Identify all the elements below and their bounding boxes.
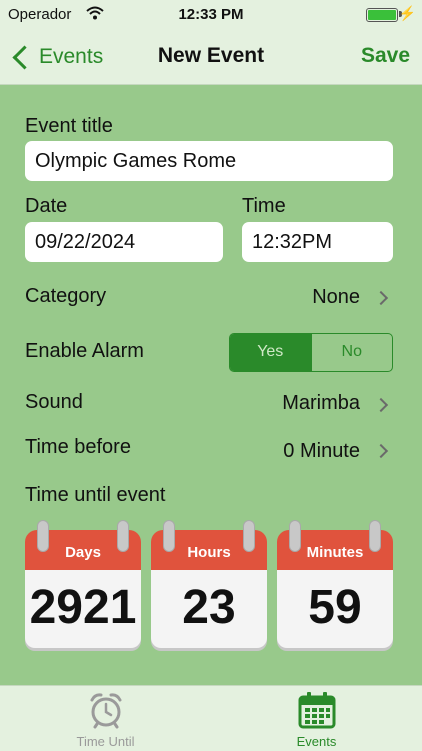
date-field[interactable]: 09/22/2024: [25, 222, 223, 262]
minutes-counter: Minutes 59: [277, 520, 393, 650]
status-bar: Operador 12:33 PM ⚡: [0, 0, 422, 30]
navigation-bar: Events New Event Save: [0, 30, 422, 85]
back-button-label: Events: [39, 45, 104, 68]
binder-ring: [163, 520, 175, 552]
binder-ring: [117, 520, 129, 552]
status-time: 12:33 PM: [178, 6, 244, 23]
binder-ring: [37, 520, 49, 552]
back-button[interactable]: Events: [10, 40, 103, 74]
charging-icon: ⚡: [398, 5, 416, 21]
countdown-label: Time until event: [25, 484, 166, 506]
alarm-clock-icon: [87, 691, 125, 729]
minutes-value: 59: [308, 581, 362, 634]
chevron-left-icon: [12, 44, 37, 70]
binder-ring: [243, 520, 255, 552]
days-value: 2921: [29, 581, 137, 634]
chevron-right-icon[interactable]: [373, 290, 389, 306]
time-field[interactable]: 12:32PM: [242, 222, 393, 262]
alarm-no-option[interactable]: No: [310, 334, 393, 371]
tab-bar: Time Until Events: [0, 685, 422, 751]
event-title-input[interactable]: Olympic Games Rome: [25, 141, 393, 181]
save-button[interactable]: Save: [361, 44, 410, 68]
sound-label: Sound: [25, 391, 83, 413]
hours-counter: Hours 23: [151, 520, 267, 650]
chevron-right-icon[interactable]: [373, 443, 389, 459]
battery-icon: [366, 8, 398, 22]
tab-time-until-label: Time Until: [76, 734, 135, 749]
time-label: Time: [242, 195, 286, 217]
binder-ring: [369, 520, 381, 552]
category-value[interactable]: None: [312, 286, 360, 309]
event-title-label: Event title: [25, 115, 113, 137]
sound-value[interactable]: Marimba: [282, 392, 360, 415]
tab-events-label: Events: [296, 734, 337, 749]
time-before-value[interactable]: 0 Minute: [283, 440, 360, 463]
chevron-right-icon[interactable]: [373, 397, 389, 413]
time-before-label: Time before: [25, 436, 131, 458]
calendar-icon: [298, 691, 336, 729]
category-label: Category: [25, 285, 107, 307]
binder-ring: [289, 520, 301, 552]
hours-value: 23: [182, 581, 236, 634]
enable-alarm-label: Enable Alarm: [25, 340, 144, 362]
tab-events[interactable]: Events: [211, 686, 422, 751]
alarm-toggle[interactable]: Yes No: [229, 333, 393, 372]
days-counter: Days 2921: [25, 520, 141, 650]
date-label: Date: [25, 195, 68, 217]
alarm-yes-option[interactable]: Yes: [230, 334, 311, 371]
tab-time-until[interactable]: Time Until: [0, 686, 211, 751]
